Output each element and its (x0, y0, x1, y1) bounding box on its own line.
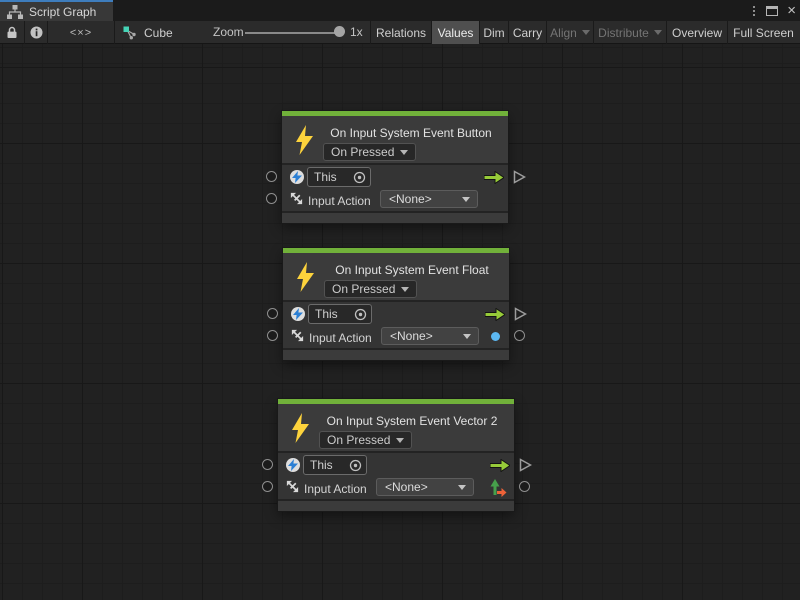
zoom-slider-handle[interactable] (334, 26, 345, 37)
toolbar-toggle-group: Relations Values Dim Carry Align Distrib… (370, 21, 800, 44)
node-on-input-system-event-vector2[interactable]: On Input System Event Vector 2 On Presse… (278, 399, 514, 511)
node-on-input-system-event-button[interactable]: On Input System Event Button On Pressed … (282, 111, 508, 223)
this-object-field[interactable]: This (308, 304, 372, 324)
tab-bar: Script Graph × (0, 0, 800, 21)
vector2-value-icon (489, 479, 507, 502)
node-title: On Input System Event Float (323, 263, 501, 277)
value-output-port[interactable] (514, 330, 525, 341)
code-view-button[interactable]: <×> (48, 21, 115, 44)
node-header: On Input System Event Button On Pressed (282, 116, 508, 163)
input-action-dropdown[interactable]: <None> (381, 327, 479, 345)
align-button[interactable]: Align (546, 21, 593, 44)
input-action-dropdown[interactable]: <None> (376, 478, 474, 496)
mode-dropdown[interactable]: On Pressed (319, 431, 412, 449)
overview-button[interactable]: Overview (666, 21, 727, 44)
input-action-label: Input Action (308, 194, 371, 208)
maximize-icon[interactable] (766, 6, 778, 16)
node-on-input-system-event-float[interactable]: On Input System Event Float On Pressed T… (283, 248, 509, 360)
node-header: On Input System Event Vector 2 On Presse… (278, 404, 514, 451)
fullscreen-button[interactable]: Full Screen (727, 21, 799, 44)
input-port-action[interactable] (262, 481, 273, 492)
node-title: On Input System Event Button (322, 126, 500, 140)
zoom-label: Zoom (213, 25, 244, 39)
trigger-output-port[interactable] (514, 307, 527, 321)
close-icon[interactable]: × (787, 3, 796, 18)
input-port-action[interactable] (267, 330, 278, 341)
node-body: This Input Action (278, 453, 514, 499)
info-button[interactable] (25, 21, 48, 44)
relations-button[interactable]: Relations (370, 21, 431, 44)
this-object-field[interactable]: This (307, 167, 371, 187)
input-action-label: Input Action (309, 331, 372, 345)
graph-canvas[interactable]: On Input System Event Button On Pressed … (0, 44, 800, 600)
graph-reference-label: Cube (144, 26, 173, 40)
info-icon (30, 26, 43, 39)
zoom-value: 1x (350, 25, 363, 39)
trigger-arrow-icon (490, 459, 510, 477)
mode-dropdown[interactable]: On Pressed (324, 280, 417, 298)
this-target-icon (291, 307, 305, 321)
node-title: On Input System Event Vector 2 (318, 414, 506, 428)
input-port-action[interactable] (266, 193, 277, 204)
kebab-menu-icon[interactable] (751, 4, 757, 18)
values-button[interactable]: Values (431, 21, 479, 44)
distribute-button[interactable]: Distribute (593, 21, 666, 44)
input-action-dropdown[interactable]: <None> (380, 190, 478, 208)
trigger-arrow-icon (485, 308, 505, 326)
object-picker-icon[interactable] (352, 170, 367, 185)
this-target-icon (286, 458, 300, 472)
input-port-this[interactable] (262, 459, 273, 470)
node-footer (282, 213, 508, 223)
chevron-down-icon (401, 287, 409, 292)
trigger-arrow-icon (484, 171, 504, 189)
node-header: On Input System Event Float On Pressed (283, 253, 509, 300)
chevron-down-icon (654, 30, 662, 35)
input-action-label: Input Action (304, 482, 367, 496)
chevron-down-icon (462, 197, 470, 202)
lightning-bolt-icon (296, 262, 315, 292)
node-footer (278, 501, 514, 511)
dim-button[interactable]: Dim (479, 21, 508, 44)
tab-title: Script Graph (29, 5, 96, 19)
value-output-port[interactable] (519, 481, 530, 492)
tab-script-graph[interactable]: Script Graph (0, 0, 113, 21)
node-body: This Input Action (283, 302, 509, 348)
input-action-icon (289, 191, 304, 211)
lock-button[interactable] (0, 21, 25, 44)
lightning-bolt-icon (295, 125, 314, 155)
graph-pointer-icon (123, 26, 137, 40)
trigger-output-port[interactable] (513, 170, 526, 184)
chevron-down-icon (396, 438, 404, 443)
carry-button[interactable]: Carry (508, 21, 546, 44)
float-value-icon (491, 332, 500, 341)
mode-dropdown[interactable]: On Pressed (323, 143, 416, 161)
node-body: This Input Action (282, 165, 508, 211)
graph-toolbar: <×> Cube Zoom 1x Relations Values Dim Ca… (0, 21, 800, 44)
graph-icon (7, 5, 23, 19)
node-footer (283, 350, 509, 360)
object-picker-icon[interactable] (348, 458, 363, 473)
this-target-icon (290, 170, 304, 184)
input-port-this[interactable] (266, 171, 277, 182)
lock-icon (6, 26, 18, 39)
chevron-down-icon (463, 334, 471, 339)
graph-reference-breadcrumb[interactable]: Cube (123, 21, 173, 44)
this-object-field[interactable]: This (303, 455, 367, 475)
object-picker-icon[interactable] (353, 307, 368, 322)
script-graph-window: Script Graph × <×> (0, 0, 800, 600)
lightning-bolt-icon (291, 413, 310, 443)
chevron-down-icon (400, 150, 408, 155)
code-icon: <×> (70, 27, 92, 39)
input-action-icon (285, 479, 300, 499)
chevron-down-icon (582, 30, 590, 35)
input-port-this[interactable] (267, 308, 278, 319)
chevron-down-icon (458, 485, 466, 490)
input-action-icon (290, 328, 305, 348)
zoom-slider[interactable] (245, 32, 342, 34)
trigger-output-port[interactable] (519, 458, 532, 472)
